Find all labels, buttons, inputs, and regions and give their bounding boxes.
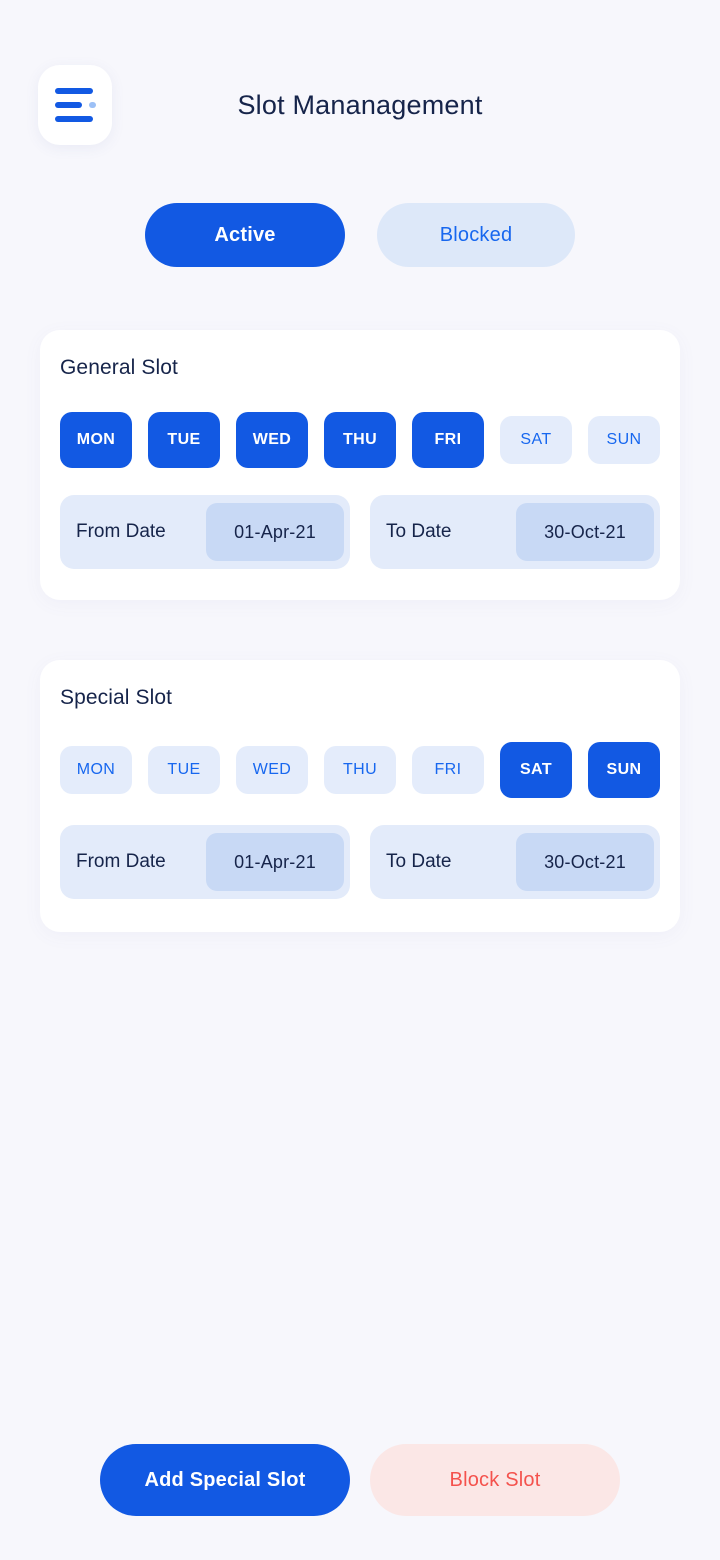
general-slot-title: General Slot xyxy=(60,356,178,379)
special-to-date-field[interactable]: To Date 30-Oct-21 xyxy=(370,825,660,899)
day-chip-sun[interactable]: SUN xyxy=(588,416,660,464)
general-to-date-field[interactable]: To Date 30-Oct-21 xyxy=(370,495,660,569)
status-tab-group: Active Blocked xyxy=(0,203,720,267)
general-from-date-label: From Date xyxy=(76,521,166,542)
day-chip-mon[interactable]: MON xyxy=(60,412,132,468)
special-day-chip-thu[interactable]: THU xyxy=(324,746,396,794)
bottom-action-bar: Add Special Slot Block Slot xyxy=(0,1444,720,1516)
general-slot-date-row: From Date 01-Apr-21 To Date 30-Oct-21 xyxy=(60,495,660,569)
special-day-chip-fri[interactable]: FRI xyxy=(412,746,484,794)
block-slot-button[interactable]: Block Slot xyxy=(370,1444,620,1516)
special-from-date-value[interactable]: 01-Apr-21 xyxy=(206,833,344,891)
special-to-date-label: To Date xyxy=(386,851,452,872)
special-day-chip-tue[interactable]: TUE xyxy=(148,746,220,794)
general-to-date-value[interactable]: 30-Oct-21 xyxy=(516,503,654,561)
general-to-date-label: To Date xyxy=(386,521,452,542)
special-from-date-field[interactable]: From Date 01-Apr-21 xyxy=(60,825,350,899)
day-chip-wed[interactable]: WED xyxy=(236,412,308,468)
special-slot-title: Special Slot xyxy=(60,686,173,709)
special-day-chip-sun[interactable]: SUN xyxy=(588,742,660,798)
special-from-date-label: From Date xyxy=(76,851,166,872)
special-slot-date-row: From Date 01-Apr-21 To Date 30-Oct-21 xyxy=(60,825,660,899)
special-slot-day-selector: MON TUE WED THU FRI SAT SUN xyxy=(60,742,660,798)
general-slot-day-selector: MON TUE WED THU FRI SAT SUN xyxy=(60,412,660,468)
special-day-chip-sat[interactable]: SAT xyxy=(500,742,572,798)
day-chip-sat[interactable]: SAT xyxy=(500,416,572,464)
day-chip-thu[interactable]: THU xyxy=(324,412,396,468)
page-title: Slot Mananagement xyxy=(237,90,483,120)
special-day-chip-mon[interactable]: MON xyxy=(60,746,132,794)
general-from-date-value[interactable]: 01-Apr-21 xyxy=(206,503,344,561)
general-from-date-field[interactable]: From Date 01-Apr-21 xyxy=(60,495,350,569)
day-chip-fri[interactable]: FRI xyxy=(412,412,484,468)
tab-active[interactable]: Active xyxy=(145,203,345,267)
day-chip-tue[interactable]: TUE xyxy=(148,412,220,468)
special-slot-card: Special Slot MON TUE WED THU FRI SAT SUN… xyxy=(40,660,680,932)
special-day-chip-wed[interactable]: WED xyxy=(236,746,308,794)
special-to-date-value[interactable]: 30-Oct-21 xyxy=(516,833,654,891)
app-header: Slot Mananagement xyxy=(0,65,720,145)
tab-blocked[interactable]: Blocked xyxy=(377,203,575,267)
general-slot-card: General Slot MON TUE WED THU FRI SAT SUN… xyxy=(40,330,680,600)
slot-management-screen: Slot Mananagement Active Blocked General… xyxy=(0,0,720,1560)
add-special-slot-button[interactable]: Add Special Slot xyxy=(100,1444,350,1516)
